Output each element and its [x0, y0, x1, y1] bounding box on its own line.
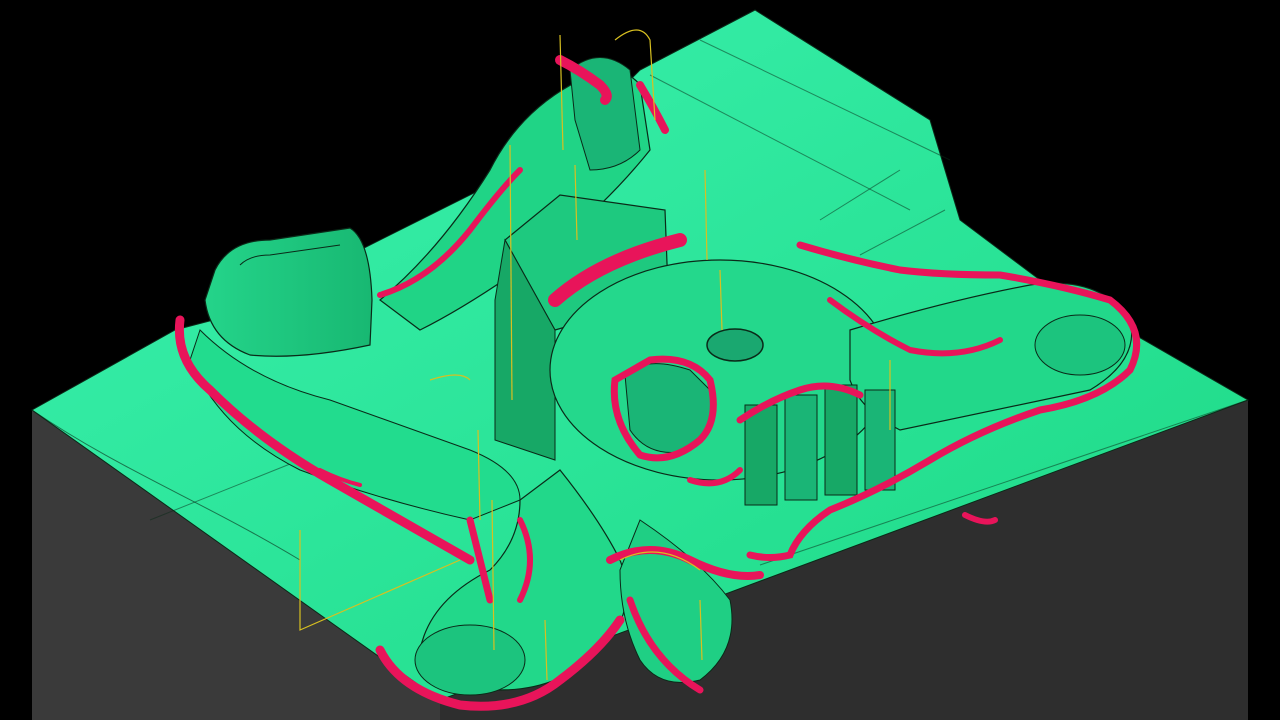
right-arm-end	[1034, 314, 1126, 376]
model-canvas	[31, 9, 1250, 720]
3d-viewport[interactable]	[0, 0, 1280, 720]
left-boss	[204, 227, 373, 357]
lower-boss	[414, 624, 526, 696]
hub-hole	[706, 328, 764, 362]
